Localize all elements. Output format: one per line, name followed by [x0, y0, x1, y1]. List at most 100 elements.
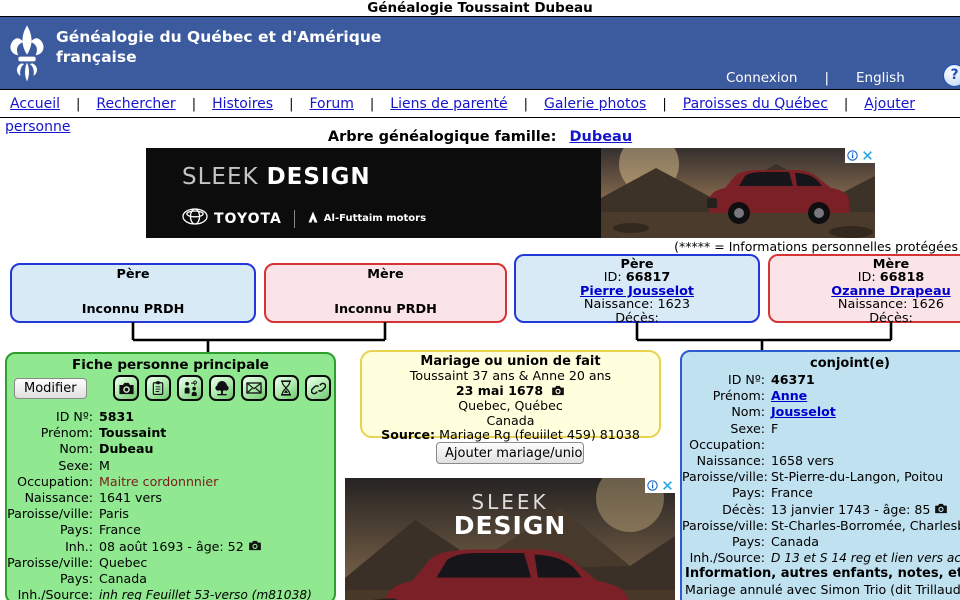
spouse-father-birth: Naissance: 1623: [516, 298, 758, 311]
ad2-close-icon[interactable]: [660, 478, 675, 493]
nav-item-ajouter-personne[interactable]: Ajouter: [864, 96, 915, 112]
spouse-firstname-link[interactable]: Anne: [771, 388, 807, 404]
marriage-record-photo-icon[interactable]: [551, 384, 565, 399]
person-father-box: Père Inconnu PRDH: [10, 263, 256, 323]
english-link[interactable]: English: [856, 70, 905, 86]
spouse-fields: ID Nº: 46371 Prénom: Anne Nom: Jousselot…: [682, 372, 960, 566]
al-futtaim-name: Al-Futtaim motors: [324, 213, 426, 224]
ad-banner-text-panel: SLEEKDESIGN TOYOTA Al-Futtaim motors: [146, 148, 601, 238]
tree-title-label: Arbre généalogique famille:: [328, 129, 557, 145]
spouse-box: conjoint(e) ID Nº: 46371 Prénom: Anne No…: [680, 350, 960, 600]
ad-info-icon[interactable]: [845, 148, 860, 163]
site-title: Généalogie du Québec et d'Amérique franç…: [56, 27, 381, 68]
field-row-burial: Inh.: 08 août 1693 - âge: 52: [7, 539, 334, 555]
field-row-parish2: Paroisse/ville: Quebec: [7, 555, 334, 571]
marriage-date: 23 mai 1678: [456, 383, 543, 398]
field-row-sex: Sexe: M: [7, 458, 334, 474]
marriage-title: Mariage ou union de fait: [362, 355, 659, 369]
nav-item-forum[interactable]: Forum: [309, 96, 353, 112]
spouse-row-death: Décès: 13 janvier 1743 - âge: 85: [682, 502, 960, 518]
family-tree-icon[interactable]: [209, 375, 235, 401]
nav-item-accueil[interactable]: Accueil: [10, 96, 60, 112]
person-mother-box: Mère Inconnu PRDH: [264, 263, 507, 323]
ad-square-toyota[interactable]: SLEEK DESIGN: [345, 478, 675, 600]
nav-item-paroisses-du-quebec[interactable]: Paroisses du Québec: [683, 96, 828, 112]
nav-separator: |: [289, 97, 293, 112]
field-row-id: ID Nº: 5831: [7, 409, 334, 425]
mother-name: Inconnu PRDH: [266, 303, 505, 316]
fleur-de-lis-logo-icon: [7, 24, 47, 88]
ad-brand-row: TOYOTA Al-Futtaim motors: [182, 208, 426, 229]
spouse-record-photo-icon[interactable]: [934, 502, 948, 518]
ad-controls: [845, 148, 875, 163]
main-nav: Accueil | Rechercher | Histoires | Forum…: [0, 91, 960, 134]
field-row-country1: Pays: France: [7, 522, 334, 538]
nav-item-galerie-photos[interactable]: Galerie photos: [544, 96, 646, 112]
nav-separator: |: [76, 97, 80, 112]
connexion-link[interactable]: Connexion: [726, 70, 797, 86]
site-header: Généalogie du Québec et d'Amérique franç…: [0, 16, 960, 90]
nav-item-rechercher[interactable]: Rechercher: [96, 96, 175, 112]
hourglass-icon[interactable]: [273, 375, 299, 401]
page: Généalogie Toussaint Dubeau Généalogie d…: [0, 0, 960, 600]
help-icon[interactable]: ?: [943, 64, 960, 87]
field-row-parish1: Paroisse/ville: Paris: [7, 506, 334, 522]
marriage-date-row: 23 mai 1678: [362, 384, 659, 399]
tool-icon-row: [113, 375, 331, 401]
father-name: Inconnu PRDH: [12, 303, 254, 316]
spouse-mother-box: Mère ID: 66818 Ozanne Drapeau Naissance:…: [768, 254, 960, 323]
marriage-place2: Canada: [362, 414, 659, 428]
field-row-country2: Pays: Canada: [7, 571, 334, 587]
father-box-title: Père: [12, 268, 254, 281]
spouse-row-source: Inh./Source: D 13 et S 14 reg et lien ve…: [682, 550, 960, 566]
spouse-row-firstname: Prénom: Anne: [682, 388, 960, 404]
email-icon[interactable]: [241, 375, 267, 401]
record-photo-icon[interactable]: [248, 539, 262, 555]
nav-separator: |: [524, 97, 528, 112]
al-futtaim-logo-icon: [307, 209, 319, 228]
spouse-row-country1: Pays: France: [682, 485, 960, 501]
marriage-box: Mariage ou union de fait Toussaint 37 an…: [360, 350, 661, 438]
ad2-controls: [645, 478, 675, 493]
spouse-row-lastname: Nom: Jousselot: [682, 404, 960, 420]
add-marriage-button[interactable]: Ajouter mariage/union: [436, 442, 584, 464]
page-title: Généalogie Toussaint Dubeau: [0, 0, 960, 16]
camera-icon[interactable]: [113, 375, 139, 401]
marriage-participants: Toussaint 37 ans & Anne 20 ans: [362, 369, 659, 383]
ad-close-icon[interactable]: [860, 148, 875, 163]
spouse-row-id: ID Nº: 46371: [682, 372, 960, 388]
marriage-source-row: Source: Mariage Rg (feuiilet 459) 81038: [362, 428, 659, 442]
field-row-occupation: Occupation: Maitre cordonnnier: [7, 474, 334, 490]
nav-item-histoires[interactable]: Histoires: [212, 96, 273, 112]
spouse-father-box: Père ID: 66817 Pierre Jousselot Naissanc…: [514, 254, 760, 323]
notes-icon[interactable]: [145, 375, 171, 401]
spouse-info-heading: Information, autres enfants, notes, etc.: [682, 566, 960, 582]
main-person-fields: ID Nº: 5831 Prénom: Toussaint Nom: Dubea…: [7, 409, 334, 600]
protected-info-note: (***** = Informations personnelles proté…: [674, 239, 958, 254]
nav-item-liens-de-parente[interactable]: Liens de parenté: [390, 96, 507, 112]
ad2-info-icon[interactable]: [645, 478, 660, 493]
nav-line-1: Accueil | Rechercher | Histoires | Forum…: [0, 91, 960, 118]
spouse-row-birth: Naissance: 1658 vers: [682, 453, 960, 469]
link-icon[interactable]: [305, 375, 331, 401]
nav-separator: |: [370, 97, 374, 112]
ad-banner-toyota[interactable]: SLEEKDESIGN TOYOTA Al-Futtaim motors: [146, 148, 875, 238]
spouse-row-parish1: Paroisse/ville: St-Pierre-du-Langon, Poi…: [682, 469, 960, 485]
family-dubeau-link[interactable]: Dubeau: [569, 129, 632, 145]
spouse-lastname-link[interactable]: Jousselot: [771, 404, 836, 420]
header-links: Connexion | English: [726, 70, 905, 86]
ad-headline: SLEEKDESIGN: [182, 164, 371, 190]
spouse-row-sex: Sexe: F: [682, 421, 960, 437]
main-person-controls: Modifier: [7, 375, 334, 406]
spouse-box-title: conjoint(e): [682, 352, 960, 371]
relations-icon[interactable]: [177, 375, 203, 401]
modify-button[interactable]: Modifier: [14, 378, 87, 399]
toyota-logo-icon: [182, 208, 208, 229]
ad-banner-photo: [601, 148, 875, 238]
nav-separator: |: [192, 97, 196, 112]
brand-divider: [294, 210, 295, 228]
spouse-row-parish2: Paroisse/ville: St-Charles-Borromée, Cha…: [682, 518, 960, 534]
ad2-headline-bold: DESIGN: [345, 511, 675, 540]
tree-title: Arbre généalogique famille: Dubeau: [0, 129, 960, 145]
spouse-mother-id: ID: 66818: [770, 271, 960, 284]
